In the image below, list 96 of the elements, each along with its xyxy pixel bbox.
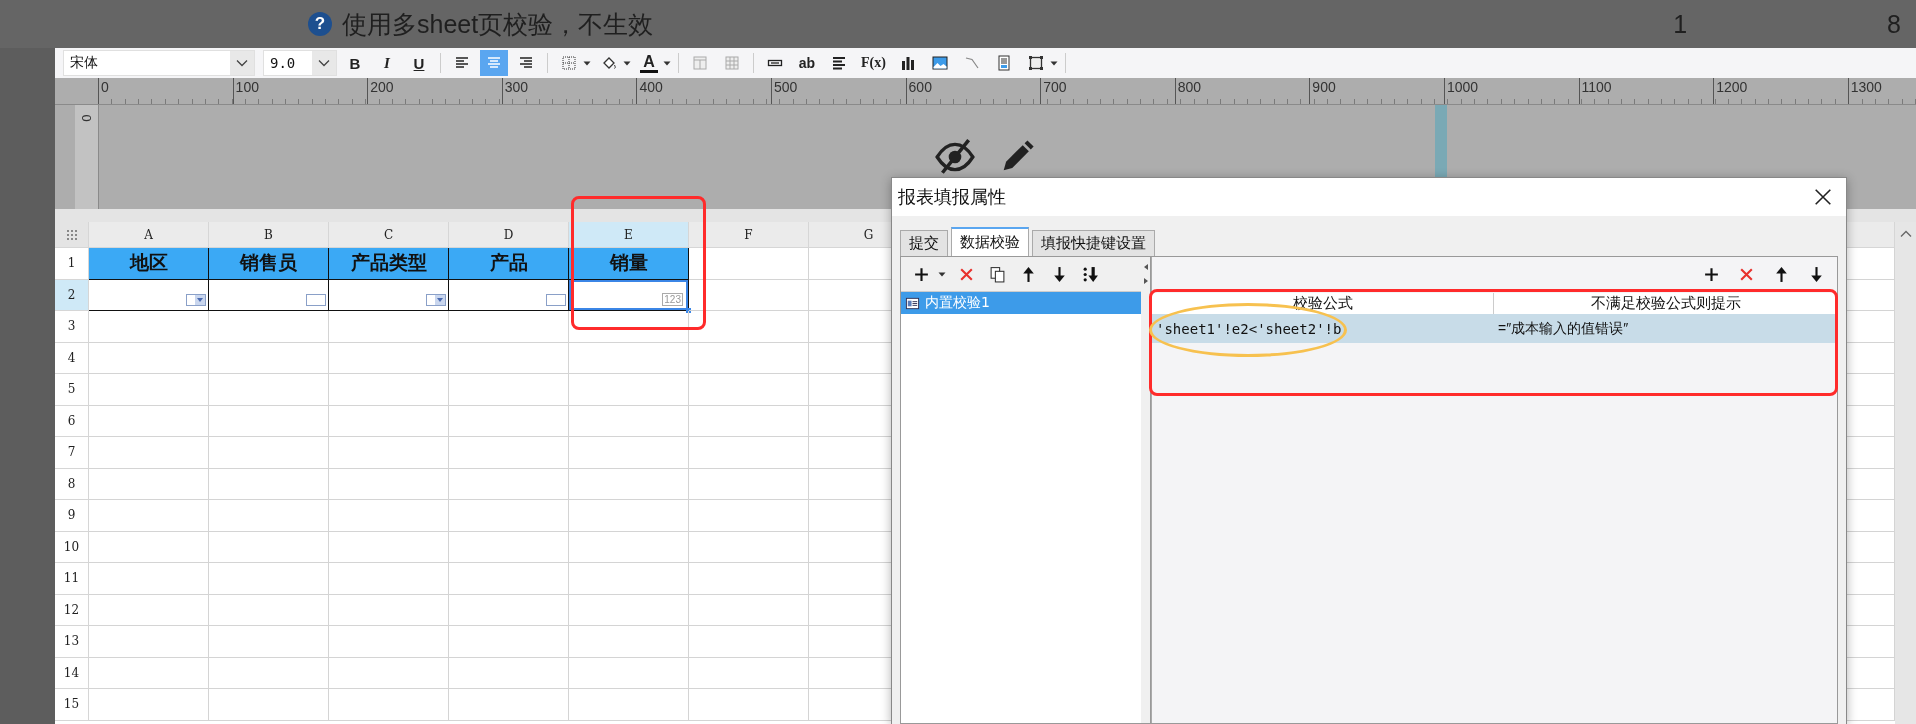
- toolbar-button[interactable]: ab: [793, 50, 821, 76]
- splitter-arrows-icon: [1142, 263, 1149, 285]
- table-cell: 销量: [569, 248, 689, 280]
- align-center-icon: [486, 55, 502, 71]
- ruler-label: 0: [100, 78, 109, 96]
- table-cell: 地区: [89, 248, 209, 280]
- number-widget: 123: [662, 293, 683, 306]
- value-text: 1: [1673, 9, 1688, 39]
- grid-dots-icon: [65, 228, 78, 241]
- align-right-icon: [518, 55, 534, 71]
- chevron-up-icon: [1899, 230, 1912, 238]
- toolbar-button[interactable]: A: [635, 50, 663, 76]
- row-header[interactable]: 7: [55, 437, 89, 469]
- frame-icon: [1027, 55, 1044, 71]
- row-header[interactable]: 3: [55, 311, 89, 343]
- ruler-label: 800: [1176, 78, 1202, 96]
- value-text: 8: [1887, 9, 1901, 39]
- row-header[interactable]: 12: [55, 594, 89, 626]
- row-header[interactable]: 15: [55, 689, 89, 721]
- merge-cells-icon: [692, 55, 708, 71]
- tab[interactable]: 填报快捷键设置: [1032, 230, 1155, 256]
- row-header[interactable]: 2: [55, 279, 89, 311]
- font-family-dropdown[interactable]: 宋体: [63, 50, 255, 76]
- chevron-down-icon: [318, 59, 330, 67]
- ruler-label: 1000: [1445, 78, 1479, 96]
- grid-icon: [724, 55, 740, 71]
- table-cell: 销售员: [209, 248, 329, 280]
- ruler-label: 0: [79, 114, 94, 122]
- toolbar-button[interactable]: F(x): [857, 50, 890, 76]
- tab[interactable]: 提交: [900, 230, 948, 256]
- help-icon: ?: [308, 12, 332, 36]
- close-button[interactable]: [1812, 186, 1834, 208]
- table-cell[interactable]: [449, 279, 569, 311]
- dropdown-widget-icon: [186, 294, 206, 306]
- ruler-label: 900: [1311, 78, 1336, 96]
- copy-icon: [989, 265, 1006, 283]
- slash-line-icon: [963, 55, 980, 71]
- form-icon: [905, 295, 920, 311]
- tab[interactable]: 数据校验: [951, 227, 1029, 256]
- table-cell: 产品: [449, 248, 569, 280]
- image-icon: [931, 55, 948, 71]
- plus-icon: [1703, 265, 1720, 283]
- table-row[interactable]: 'sheet1'!e2<'sheet2'!b =″成本输入的值错误″: [1152, 314, 1837, 343]
- close-icon: [1814, 188, 1832, 206]
- chevron-down-icon: [236, 59, 248, 67]
- row-header[interactable]: 13: [55, 626, 89, 658]
- bar-chart-icon: [899, 55, 916, 71]
- column-header: 不满足校验公式则提示: [1589, 293, 1742, 313]
- table-cell[interactable]: [329, 279, 449, 311]
- text-widget-icon: [306, 294, 326, 306]
- row-header[interactable]: 6: [55, 405, 89, 437]
- table-cell[interactable]: [89, 279, 209, 311]
- column-header[interactable]: C: [329, 222, 449, 248]
- column-header[interactable]: E: [569, 222, 689, 248]
- paint-bucket-icon: [601, 55, 617, 71]
- row-header[interactable]: 10: [55, 531, 89, 563]
- ruler-label: 700: [1042, 78, 1067, 96]
- row-header[interactable]: 1: [55, 248, 89, 280]
- table-cell[interactable]: [209, 279, 329, 311]
- text-lines-icon: [831, 55, 847, 71]
- ruler-label: 1200: [1715, 78, 1748, 96]
- row-header[interactable]: 11: [55, 563, 89, 595]
- table-cell: 产品类型: [329, 248, 449, 280]
- column-header[interactable]: B: [209, 222, 329, 248]
- toolbar-button[interactable]: U: [405, 50, 433, 76]
- sort-down-icon: [1082, 265, 1099, 283]
- document-icon: [995, 55, 1012, 71]
- ruler-label: 1300: [1849, 78, 1882, 96]
- plus-icon: [913, 265, 930, 283]
- toolbar-button[interactable]: B: [341, 50, 369, 76]
- ruler-label: 1100: [1580, 78, 1612, 96]
- align-left-icon: [454, 55, 470, 71]
- column-header[interactable]: A: [89, 222, 209, 248]
- row-header[interactable]: 9: [55, 500, 89, 532]
- row-header[interactable]: 4: [55, 342, 89, 374]
- border-icon: [561, 55, 577, 71]
- ruler-label: 500: [772, 78, 798, 96]
- dialog-title: 报表填报属性: [898, 186, 1006, 209]
- ruler-label: 100: [234, 78, 259, 96]
- toolbar-button[interactable]: I: [373, 50, 401, 76]
- row-header[interactable]: 8: [55, 468, 89, 500]
- dropdown-widget-icon: [426, 294, 446, 306]
- table-cell-text: 'sheet1'!e2<'sheet2'!b: [1155, 319, 1343, 339]
- font-size-dropdown[interactable]: 9.0: [263, 50, 337, 76]
- row-header[interactable]: 14: [55, 657, 89, 689]
- vertical-scrollbar[interactable]: [1895, 222, 1916, 724]
- ruler-label: 200: [369, 78, 394, 96]
- column-header[interactable]: F: [689, 222, 809, 248]
- ruler-label: 400: [638, 78, 663, 96]
- ruler-label: 300: [503, 78, 529, 96]
- ruler-label: 600: [907, 78, 932, 96]
- text-widget-icon: [546, 294, 566, 306]
- column-header[interactable]: D: [449, 222, 569, 248]
- question-title: 使用多sheet页校验，不生效: [342, 8, 654, 40]
- row-header[interactable]: 5: [55, 374, 89, 406]
- table-cell-text: =″成本输入的值错误″: [1497, 318, 1630, 338]
